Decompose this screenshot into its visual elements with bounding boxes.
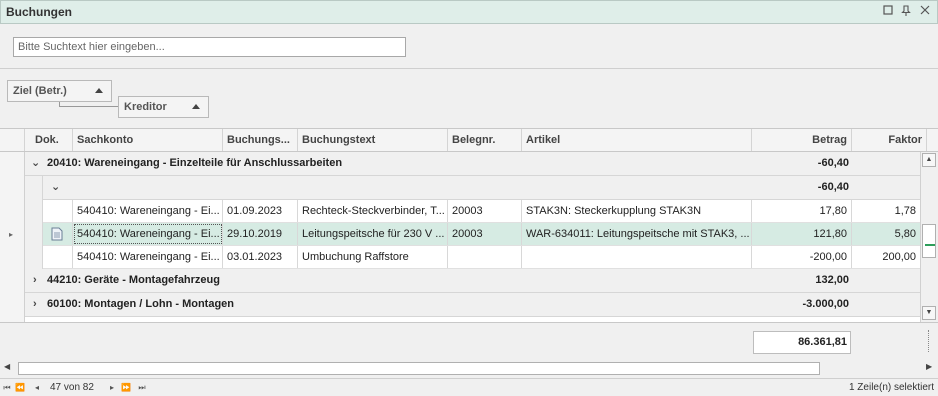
group-chip-ziel[interactable]: Ziel (Betr.) [7,80,112,102]
header-buchungstext[interactable]: Buchungstext [298,129,448,151]
group-chip-label: Kreditor [124,101,167,113]
text-cell: Umbuchung Raffstore [298,246,448,268]
group-row[interactable]: ⌄ 20410: Wareneingang - Einzelteile für … [25,152,920,176]
dok-cell [43,246,73,268]
hscroll-thumb[interactable] [18,362,820,375]
text-cell: Leitungspeitsche für 230 V ... [298,223,448,245]
beleg-cell [448,246,522,268]
close-icon[interactable] [918,5,932,19]
sachkonto-cell: 540410: Wareneingang - Ei... [73,223,223,245]
text-cell: Rechteck-Steckverbinder, T... [298,200,448,222]
maximize-icon[interactable] [881,5,895,19]
chevron-right-icon[interactable]: › [33,269,37,292]
group-label: 44210: Geräte - Montagefahrzeug [47,274,220,286]
scroll-right-icon[interactable]: ▶ [926,362,932,371]
chevron-down-icon[interactable]: ⌄ [31,152,40,175]
row-pointer-icon: ▸ [9,230,14,239]
group-sum: -60,40 [817,157,849,169]
group-label: 60100: Montagen / Lohn - Montagen [47,298,235,310]
header-sachkonto[interactable]: Sachkonto [73,129,223,151]
group-label: 20410: Wareneingang - Einzelteile für An… [47,157,343,169]
datum-cell: 29.10.2019 [223,223,298,245]
betrag-cell: -200,00 [752,246,852,268]
betrag-total: 86.361,81 [753,331,851,354]
group-indent [25,176,43,269]
group-sum: -60,40 [817,181,849,193]
document-icon[interactable] [51,227,63,245]
footer-splitter[interactable] [928,330,930,352]
status-bar: ⏮ ⏪ ◂ 47 von 82 ▸ ⏩ ⏭ 1 Zeile(n) selekti… [0,378,938,396]
header-artikel[interactable]: Artikel [522,129,752,151]
group-chip-label: Ziel (Betr.) [13,85,67,97]
last-page-icon[interactable]: ⏭ [137,379,147,396]
faktor-cell: 1,78 [894,205,916,217]
artikel-cell: WAR-634011: Leitungspeitsche mit STAK3, … [522,223,752,245]
header-betrag[interactable]: Betrag [752,129,852,151]
window-titlebar: Buchungen [0,0,938,24]
header-buchungsdatum[interactable]: Buchungs... [223,129,298,151]
datum-cell: 01.09.2023 [223,200,298,222]
search-input[interactable] [13,37,406,57]
group-sum: 132,00 [815,274,849,286]
faktor-cell: 5,80 [894,228,916,240]
sort-up-icon [192,104,200,109]
table-row[interactable]: 540410: Wareneingang - Ei... 01.09.2023 … [43,200,920,223]
selection-status: 1 Zeile(n) selektiert [848,382,934,393]
dok-cell[interactable] [43,223,73,245]
window-title: Buchungen [6,5,72,19]
header-faktor[interactable]: Faktor [852,129,927,151]
faktor-cell: 200,00 [882,251,916,263]
betrag-cell: 17,80 [752,200,852,222]
scroll-left-icon[interactable]: ◀ [4,362,10,371]
dok-cell [43,200,73,222]
next-page-fast-icon[interactable]: ⏩ [121,379,131,396]
next-page-icon[interactable]: ▸ [107,379,117,396]
table-row-selected[interactable]: 540410: Wareneingang - Ei... 29.10.2019 … [43,223,920,246]
datum-cell: 03.01.2023 [223,246,298,268]
chevron-down-icon[interactable]: ⌄ [51,176,60,199]
vertical-scrollbar[interactable]: ▲ ▼ [920,152,937,322]
first-page-icon[interactable]: ⏮ [2,379,12,396]
header-belegnr[interactable]: Belegnr. [448,129,522,151]
table-row[interactable]: 540410: Wareneingang - Ei... 03.01.2023 … [43,246,920,269]
prev-page-fast-icon[interactable]: ⏪ [15,379,25,396]
header-dok[interactable]: Dok. [25,129,73,151]
scroll-down-icon[interactable]: ▼ [922,306,936,320]
artikel-cell [522,246,752,268]
group-row[interactable]: › 44210: Geräte - Montagefahrzeug 132,00 [25,269,920,293]
prev-page-icon[interactable]: ◂ [32,379,42,396]
scroll-up-icon[interactable]: ▲ [922,153,936,167]
sachkonto-cell: 540410: Wareneingang - Ei... [73,246,223,268]
group-sum: -3.000,00 [802,298,849,310]
artikel-cell: STAK3N: Steckerkupplung STAK3N [522,200,752,222]
pin-icon[interactable] [899,5,913,19]
scroll-thumb[interactable] [922,224,936,258]
group-row[interactable]: › 60100: Montagen / Lohn - Montagen -3.0… [25,293,920,317]
column-header-row: Dok. Sachkonto Buchungs... Buchungstext … [0,128,938,152]
beleg-cell: 20003 [448,200,522,222]
chevron-right-icon[interactable]: › [33,293,37,316]
scroll-position-marker [925,244,935,246]
page-indicator: 47 von 82 [50,382,94,393]
beleg-cell: 20003 [448,223,522,245]
subgroup-row[interactable]: ⌄ -60,40 [43,176,920,200]
header-indicator [0,129,25,151]
sachkonto-cell: 540410: Wareneingang - Ei... [73,200,223,222]
header-filler [927,131,937,149]
group-chip-kreditor[interactable]: Kreditor [118,96,209,118]
row-indicator-column: ▸ [0,152,25,322]
betrag-cell: 121,80 [752,223,852,245]
sort-up-icon [95,88,103,93]
